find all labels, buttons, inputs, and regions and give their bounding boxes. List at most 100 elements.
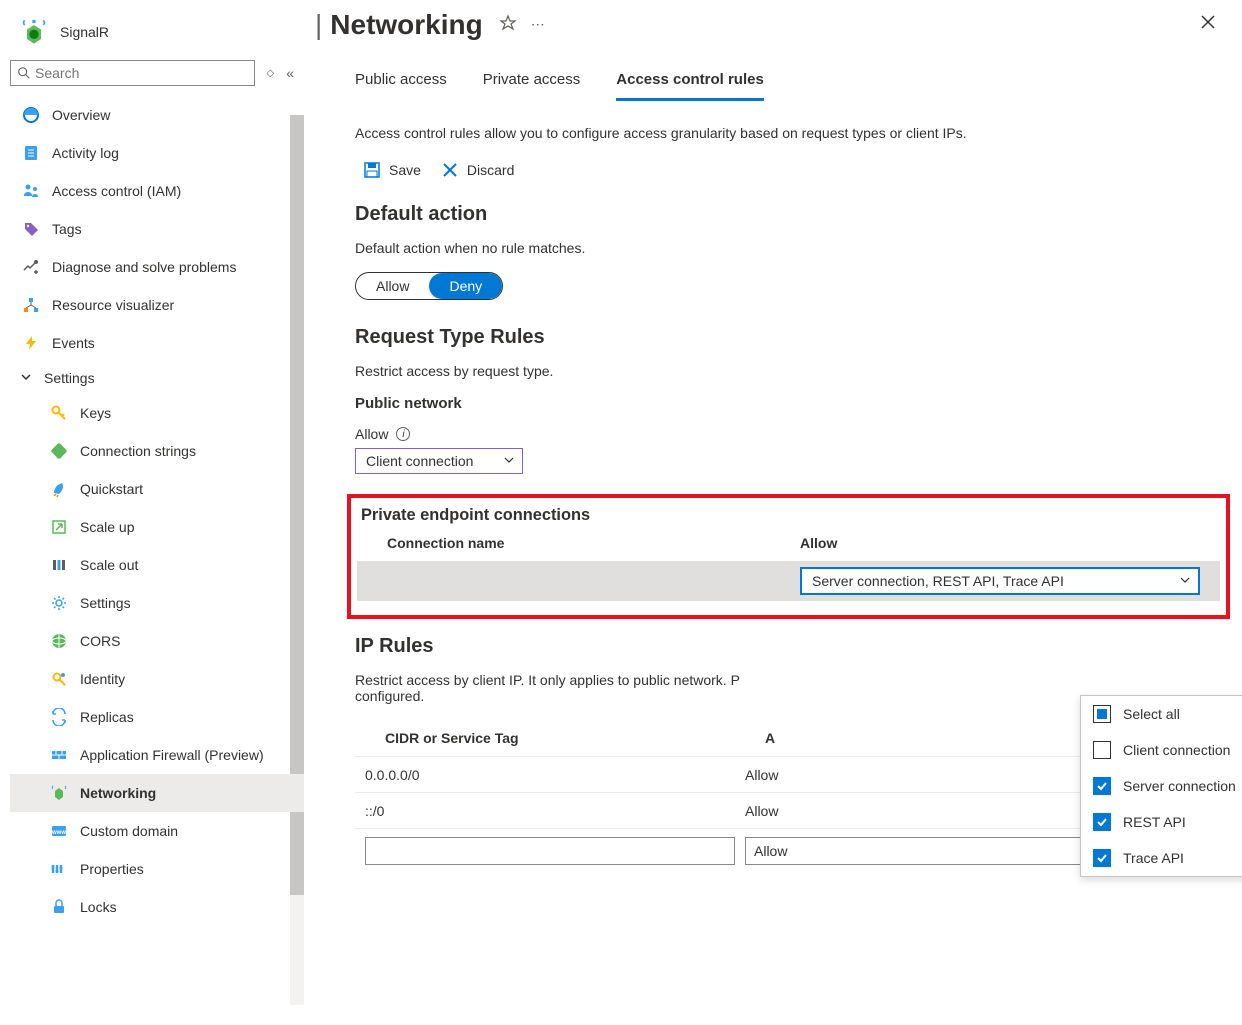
highlight-box: Private endpoint connections Connection … (347, 494, 1230, 619)
replicas-icon (50, 708, 68, 726)
resource-visualizer-icon (22, 296, 40, 314)
info-icon[interactable]: i (396, 427, 410, 441)
nav-item-networking[interactable]: Networking (10, 774, 304, 812)
grid-header: Connection name Allow (357, 525, 1220, 561)
nav-item-tags[interactable]: Tags (10, 210, 304, 248)
cidr-value: 0.0.0.0/0 (365, 767, 745, 783)
nav-item-quickstart[interactable]: Quickstart (10, 470, 304, 508)
nav-list: Overview Activity log Access control (IA… (10, 96, 304, 976)
overview-icon (22, 106, 40, 124)
nav-label: Settings (80, 595, 131, 611)
nav-item-connection-strings[interactable]: Connection strings (10, 432, 304, 470)
expand-icon[interactable]: ◇ (267, 68, 275, 79)
nav-label: Properties (80, 861, 144, 877)
option-rest-api[interactable]: REST API (1081, 804, 1242, 840)
custom-domain-icon: www (50, 822, 68, 840)
checkbox-empty-icon (1093, 741, 1111, 759)
networking-icon (50, 784, 68, 802)
favorite-button[interactable] (499, 14, 517, 35)
nav-item-overview[interactable]: Overview (10, 96, 304, 134)
close-button[interactable] (1194, 8, 1222, 41)
nav-item-settings[interactable]: Settings (10, 584, 304, 622)
tab-access-control-rules[interactable]: Access control rules (616, 65, 764, 101)
option-label: Select all (1123, 706, 1180, 722)
endpoint-allow-dropdown[interactable]: Server connection, REST API, Trace API (800, 567, 1200, 595)
nav-item-scale-out[interactable]: Scale out (10, 546, 304, 584)
save-button[interactable]: Save (363, 161, 421, 179)
option-client-connection[interactable]: Client connection (1081, 732, 1242, 768)
page-description: Access control rules allow you to config… (355, 125, 1222, 141)
tabs: Public access Private access Access cont… (355, 65, 1222, 101)
toggle-allow[interactable]: Allow (356, 273, 429, 299)
cidr-value: ::/0 (365, 803, 745, 819)
nav-item-properties[interactable]: Properties (10, 850, 304, 888)
request-rules-title: Request Type Rules (355, 326, 1222, 349)
action-select[interactable]: Allow (745, 837, 1101, 865)
signalr-icon (20, 18, 48, 46)
nav-label: Keys (80, 405, 111, 421)
private-endpoint-title: Private endpoint connections (357, 506, 1220, 525)
checkbox-partial-icon (1093, 705, 1111, 723)
nav-item-activity-log[interactable]: Activity log (10, 134, 304, 172)
checkbox-checked-icon (1093, 849, 1111, 867)
quickstart-icon (50, 480, 68, 498)
nav-item-replicas[interactable]: Replicas (10, 698, 304, 736)
discard-button[interactable]: Discard (441, 161, 514, 179)
nav-label: Locks (80, 899, 117, 915)
public-network-label: Public network (355, 395, 1222, 412)
main-content: | Networking ⋯ Public access Private acc… (305, 0, 1242, 1025)
nav-label: Application Firewall (Preview) (80, 747, 264, 763)
toggle-deny[interactable]: Deny (429, 273, 502, 299)
search-field[interactable] (31, 65, 248, 81)
nav-item-keys[interactable]: Keys (10, 394, 304, 432)
nav-item-access-control[interactable]: Access control (IAM) (10, 172, 304, 210)
nav-item-resource-visualizer[interactable]: Resource visualizer (10, 286, 304, 324)
more-button[interactable]: ⋯ (531, 16, 547, 33)
nav-label: Quickstart (80, 481, 143, 497)
nav-item-cors[interactable]: CORS (10, 622, 304, 660)
nav-item-diagnose[interactable]: Diagnose and solve problems (10, 248, 304, 286)
nav-label: Activity log (52, 145, 119, 161)
nav-item-locks[interactable]: Locks (10, 888, 304, 926)
nav-label: Tags (52, 221, 82, 237)
option-select-all[interactable]: Select all (1081, 696, 1242, 732)
nav-group-settings[interactable]: Settings (10, 362, 304, 394)
endpoint-row: Server connection, REST API, Trace API (357, 561, 1220, 601)
tags-icon (22, 220, 40, 238)
option-label: Trace API (1123, 850, 1184, 866)
keys-icon (50, 404, 68, 422)
search-input[interactable] (10, 60, 255, 86)
tab-public-access[interactable]: Public access (355, 65, 447, 101)
nav-label: Networking (80, 785, 156, 801)
tab-private-access[interactable]: Private access (483, 65, 581, 101)
gear-icon (50, 594, 68, 612)
nav-label: Overview (52, 107, 110, 123)
events-icon (22, 334, 40, 352)
option-server-connection[interactable]: Server connection (1081, 768, 1242, 804)
nav-label: Connection strings (80, 443, 196, 459)
nav-item-identity[interactable]: Identity (10, 660, 304, 698)
scale-up-icon (50, 518, 68, 536)
ip-rules-title: IP Rules (355, 635, 1222, 658)
default-action-toggle[interactable]: Allow Deny (355, 272, 503, 300)
nav-item-events[interactable]: Events (10, 324, 304, 362)
allow-label: Allow (355, 426, 388, 442)
select-value: Allow (754, 843, 787, 859)
option-trace-api[interactable]: Trace API (1081, 840, 1242, 876)
identity-icon (50, 670, 68, 688)
properties-icon (50, 860, 68, 878)
collapse-sidebar-button[interactable]: « (286, 65, 294, 81)
nav-item-custom-domain[interactable]: www Custom domain (10, 812, 304, 850)
nav-item-app-firewall[interactable]: Application Firewall (Preview) (10, 736, 304, 774)
scale-out-icon (50, 556, 68, 574)
diagnose-icon (22, 258, 40, 276)
nav-item-scale-up[interactable]: Scale up (10, 508, 304, 546)
cors-icon (50, 632, 68, 650)
chevron-down-icon (504, 455, 514, 468)
option-label: REST API (1123, 814, 1186, 830)
lock-icon (50, 898, 68, 916)
option-label: Server connection (1123, 778, 1236, 794)
public-allow-dropdown[interactable]: Client connection (355, 448, 523, 474)
nav-label: Custom domain (80, 823, 178, 839)
cidr-input[interactable] (365, 837, 735, 865)
